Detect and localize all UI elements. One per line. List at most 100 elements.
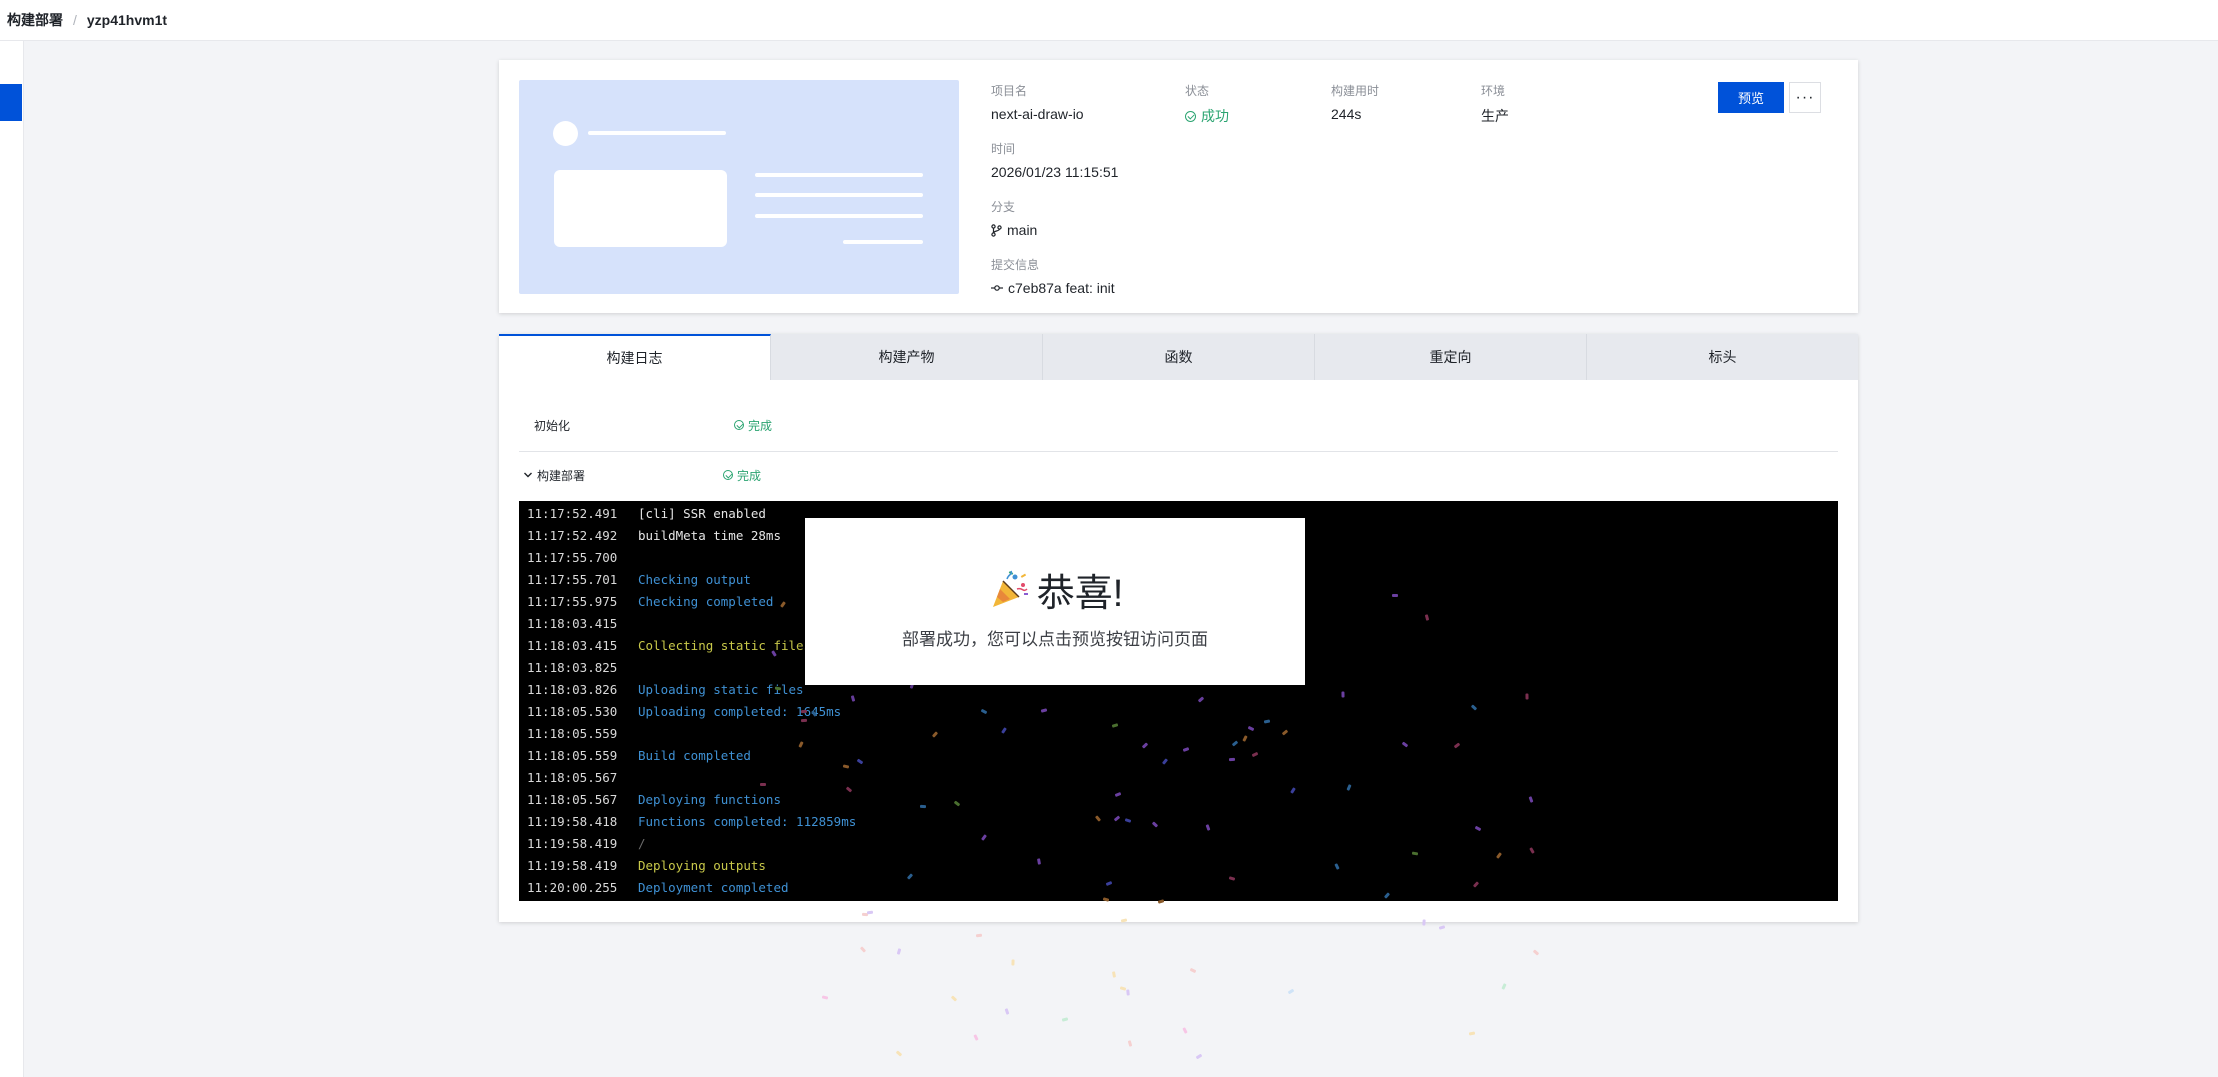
- confetti-piece: [821, 995, 828, 1000]
- log-line: 11:18:05.559: [527, 723, 856, 745]
- log-timestamp: 11:17:52.492: [527, 528, 618, 543]
- log-timestamp: 11:18:05.567: [527, 792, 618, 807]
- environment-field: 环境 生产: [1481, 82, 1509, 126]
- log-message: Uploading static files: [638, 682, 804, 697]
- tab-build-artifacts[interactable]: 构建产物: [771, 334, 1043, 380]
- stage-row-build-deploy[interactable]: 构建部署 完成: [519, 450, 1838, 500]
- confetti-piece: [1469, 1031, 1476, 1036]
- log-line: 11:20:00.255 Deployment completed: [527, 877, 856, 899]
- confetti-piece: [1004, 1008, 1010, 1015]
- chevron-down-icon[interactable]: [523, 471, 533, 479]
- stage-status: 完成: [737, 468, 762, 483]
- time-label: 时间: [991, 142, 1016, 156]
- log-message: Functions completed: 112859ms: [638, 814, 857, 829]
- modal-message: 部署成功，您可以点击预览按钮访问页面: [902, 630, 1208, 649]
- thumbnail-avatar-shape: [553, 121, 578, 146]
- log-timestamp: 11:17:55.975: [527, 594, 618, 609]
- tab-functions[interactable]: 函数: [1043, 334, 1315, 380]
- project-field: 项目名 next-ai-draw-io: [991, 82, 1084, 122]
- confetti-piece: [1532, 949, 1540, 956]
- time-value: 2026/01/23 11:15:51: [991, 164, 1119, 180]
- status-value: 成功: [1201, 108, 1229, 124]
- thumbnail-line: [755, 193, 923, 197]
- environment-label: 环境: [1481, 84, 1506, 98]
- branch-value[interactable]: main: [1007, 222, 1037, 238]
- log-line: 11:18:05.559 Build completed: [527, 745, 856, 767]
- log-message: Deployment completed: [638, 880, 789, 895]
- party-popper-icon: [992, 570, 1028, 607]
- confetti-piece: [1127, 1040, 1133, 1048]
- site-preview-thumbnail: [519, 80, 959, 294]
- log-line: 11:19:58.419 /: [527, 833, 856, 855]
- check-circle-icon: [723, 470, 733, 480]
- breadcrumb-root[interactable]: 构建部署: [7, 10, 63, 30]
- duration-label: 构建用时: [1331, 84, 1380, 98]
- log-message: Checking completed: [638, 594, 774, 609]
- stage-name: 初始化: [534, 418, 571, 433]
- log-timestamp: 11:18:03.415: [527, 616, 618, 631]
- more-actions-button[interactable]: ···: [1789, 82, 1821, 113]
- confetti-piece: [1438, 924, 1445, 930]
- confetti-piece: [1182, 1027, 1189, 1035]
- log-timestamp: 11:17:55.701: [527, 572, 618, 587]
- log-timestamp: 11:18:05.530: [527, 704, 618, 719]
- git-commit-icon: [991, 285, 1003, 291]
- log-line: 11:18:05.530 Uploading completed: 1645ms: [527, 701, 856, 723]
- tab-headers[interactable]: 标头: [1587, 334, 1858, 380]
- log-line: 11:19:58.419 Deploying outputs: [527, 855, 856, 877]
- breadcrumb-separator: /: [73, 12, 77, 28]
- log-timestamp: 11:17:52.491: [527, 506, 618, 521]
- log-timestamp: 11:18:03.825: [527, 660, 618, 675]
- breadcrumb-current: yzp41hvm1t: [86, 12, 168, 28]
- commit-label: 提交信息: [991, 258, 1040, 272]
- branch-label: 分支: [991, 200, 1016, 214]
- confetti-piece: [1189, 967, 1197, 973]
- status-label: 状态: [1185, 84, 1210, 98]
- success-modal[interactable]: 恭喜! 部署成功，您可以点击预览按钮访问页面: [805, 518, 1305, 685]
- duration-value: 244s: [1331, 106, 1362, 122]
- log-timestamp: 11:20:00.255: [527, 880, 618, 895]
- tab-redirects[interactable]: 重定向: [1315, 334, 1587, 380]
- log-timestamp: 11:18:03.415: [527, 638, 618, 653]
- confetti-piece: [1119, 985, 1127, 991]
- confetti-piece: [1287, 988, 1295, 994]
- modal-title: 恭喜!: [1036, 573, 1124, 615]
- confetti-piece: [973, 1034, 980, 1042]
- thumbnail-line: [755, 173, 923, 177]
- preview-button[interactable]: 预览: [1718, 82, 1784, 113]
- confetti-piece: [896, 1050, 903, 1057]
- log-line: 11:18:05.567 Deploying functions: [527, 789, 856, 811]
- log-timestamp: 11:19:58.419: [527, 858, 618, 873]
- sidebar-active-item[interactable]: [0, 84, 22, 121]
- log-timestamp: 11:18:05.559: [527, 748, 618, 763]
- confetti-piece: [976, 933, 983, 938]
- log-message: Uploading completed: 1645ms: [638, 704, 842, 719]
- environment-value: 生产: [1481, 108, 1509, 124]
- confetti-piece: [896, 948, 902, 955]
- check-circle-icon: [734, 420, 744, 430]
- tab-bar: 构建日志 构建产物 函数 重定向 标头: [499, 334, 1858, 380]
- stage-status: 完成: [748, 418, 773, 433]
- log-message: Build completed: [638, 748, 751, 763]
- confetti-piece: [1126, 989, 1130, 996]
- log-message: /: [638, 836, 646, 851]
- confetti-piece: [1195, 1053, 1203, 1059]
- confetti-piece: [859, 946, 867, 954]
- branch-field: 分支 main: [991, 198, 1037, 238]
- thumbnail-box-shape: [554, 170, 727, 247]
- log-message: Checking output: [638, 572, 751, 587]
- stage-name: 构建部署: [537, 468, 586, 483]
- check-circle-icon: [1185, 110, 1196, 122]
- thumbnail-line: [843, 240, 923, 244]
- commit-value[interactable]: c7eb87a feat: init: [1008, 280, 1115, 296]
- log-message: buildMeta time 28ms: [638, 528, 781, 543]
- stage-row-init[interactable]: 初始化 完成: [519, 400, 1838, 450]
- tab-build-log[interactable]: 构建日志: [499, 334, 771, 380]
- thumbnail-line: [755, 214, 923, 218]
- log-line: 11:19:58.418 Functions completed: 112859m…: [527, 811, 856, 833]
- log-message: Deploying outputs: [638, 858, 766, 873]
- git-branch-icon: [991, 223, 1002, 237]
- confetti-piece: [1112, 971, 1117, 978]
- log-timestamp: 11:19:58.418: [527, 814, 618, 829]
- confetti-piece: [1011, 959, 1015, 966]
